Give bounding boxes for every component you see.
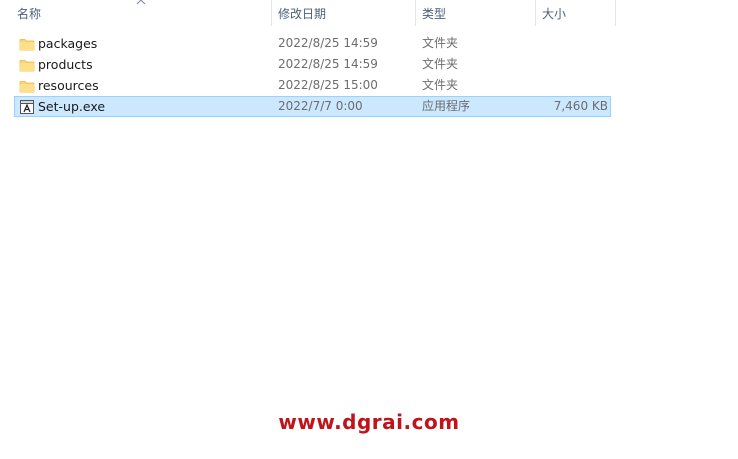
file-name: packages <box>38 36 98 51</box>
file-date: 2022/8/25 15:00 <box>278 78 378 92</box>
column-divider[interactable] <box>615 0 616 26</box>
folder-icon <box>19 81 35 93</box>
column-divider[interactable] <box>535 0 536 26</box>
file-date: 2022/8/25 14:59 <box>278 36 378 50</box>
application-icon <box>20 100 34 114</box>
file-type: 文件夹 <box>422 36 459 50</box>
column-header-bar: 名称 修改日期 类型 大小 <box>0 0 738 26</box>
file-name: Set-up.exe <box>38 99 106 114</box>
column-divider[interactable] <box>415 0 416 26</box>
file-type: 文件夹 <box>422 78 459 92</box>
file-row-resources[interactable]: resources 2022/8/25 15:00 文件夹 <box>14 75 611 96</box>
sort-ascending-icon <box>136 0 146 5</box>
file-name: products <box>38 57 93 72</box>
file-size: 7,460 KB <box>553 99 608 113</box>
column-header-date[interactable]: 修改日期 <box>274 0 415 26</box>
file-row-packages[interactable]: packages 2022/8/25 14:59 文件夹 <box>14 33 611 54</box>
column-header-size[interactable]: 大小 <box>538 0 615 26</box>
file-date: 2022/7/7 0:00 <box>278 99 363 113</box>
file-row-setup-exe[interactable]: Set-up.exe 2022/7/7 0:00 应用程序 7,460 KB <box>14 96 611 117</box>
column-header-type[interactable]: 类型 <box>418 0 535 26</box>
file-size <box>495 34 608 53</box>
file-size <box>495 55 608 74</box>
file-name: resources <box>38 78 99 93</box>
folder-icon <box>19 60 35 72</box>
file-type: 应用程序 <box>422 99 471 113</box>
file-row-products[interactable]: products 2022/8/25 14:59 文件夹 <box>14 54 611 75</box>
file-date: 2022/8/25 14:59 <box>278 57 378 71</box>
file-size <box>495 76 608 95</box>
folder-icon <box>19 39 35 51</box>
watermark-text: www.dgrai.com <box>278 410 460 434</box>
file-type: 文件夹 <box>422 57 459 71</box>
column-divider[interactable] <box>271 0 272 26</box>
